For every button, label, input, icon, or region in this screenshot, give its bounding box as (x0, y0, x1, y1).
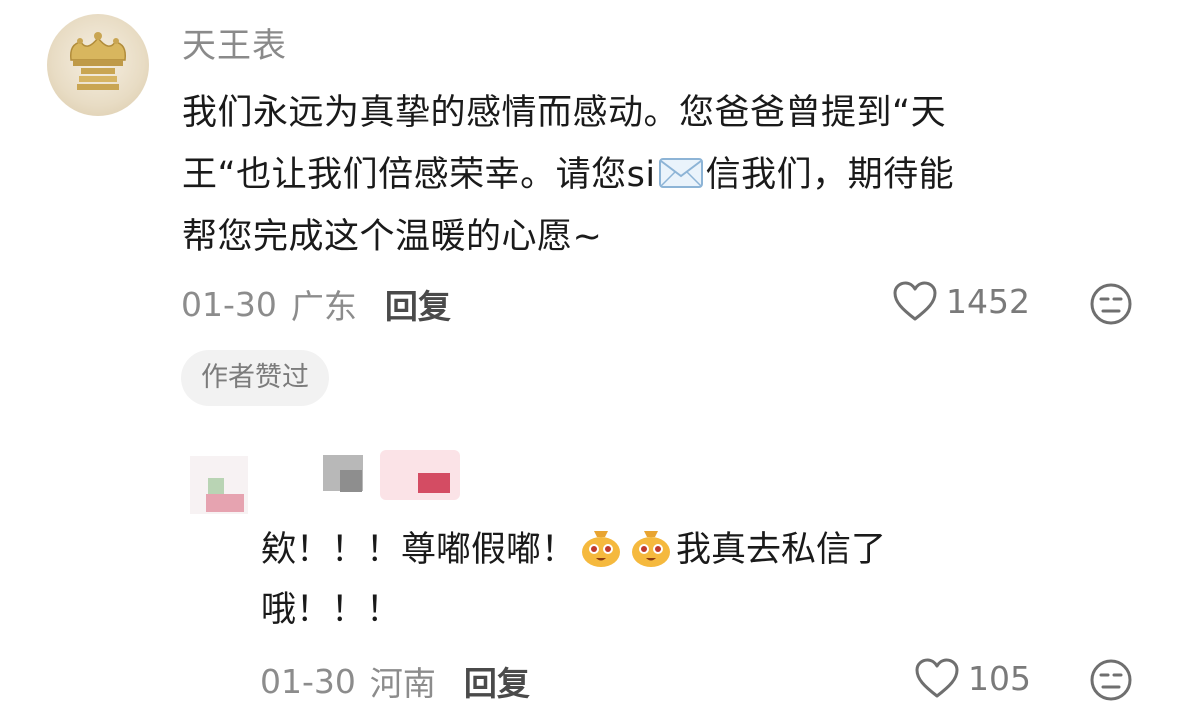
comment-text-segment: 王“也让我们倍感荣幸。请您si (182, 155, 656, 195)
comment-author-name[interactable]: 天王表 (182, 18, 287, 67)
reply-like-count: 105 (968, 658, 1031, 698)
heart-outline-icon[interactable] (914, 657, 960, 699)
money-bag-face-emoji (632, 531, 671, 567)
heart-outline-icon[interactable] (892, 280, 938, 322)
like-button[interactable]: 1452 (892, 280, 1030, 322)
reply-text-line: 哦！！！ (261, 590, 402, 630)
envelope-icon (658, 158, 703, 188)
comment-meta: 01-30 广东 回复 (181, 280, 451, 328)
neutral-face-icon[interactable] (1089, 658, 1133, 702)
comment-date: 01-30 (181, 284, 277, 324)
author-liked-badge: 作者赞过 (181, 350, 329, 406)
reply-like-button[interactable]: 105 (914, 657, 1031, 699)
comment-text-line: 帮您完成这个温暖的心愿~ (182, 217, 603, 257)
like-count: 1452 (946, 281, 1030, 321)
comment-location: 广东 (290, 287, 357, 326)
reply-meta: 01-30 河南 回复 (260, 657, 530, 705)
money-bag-face-emoji (582, 531, 621, 567)
reply-location: 河南 (369, 664, 436, 703)
reply-text-segment: 欸！！！尊嘟假嘟！ (261, 530, 577, 570)
reply-text-segment: 我真去私信了 (676, 530, 887, 570)
comment-text-line: 我们永远为真挚的感情而感动。您爸爸曾提到“天 (182, 93, 947, 133)
reply-reply-button[interactable]: 回复 (464, 657, 530, 705)
crown-logo-icon (69, 32, 127, 90)
comment-text-line: 王“也让我们倍感荣幸。请您si 信我们，期待能 (182, 144, 1162, 206)
comment-text-segment: 信我们，期待能 (705, 155, 955, 195)
reply-text-line: 欸！！！尊嘟假嘟！ 我真去私信了 (261, 520, 1061, 580)
neutral-face-icon[interactable] (1089, 282, 1133, 326)
comment-text: 我们永远为真挚的感情而感动。您爸爸曾提到“天 王“也让我们倍感荣幸。请您si 信… (182, 82, 1162, 268)
reply-date: 01-30 (260, 661, 356, 701)
reply-button[interactable]: 回复 (385, 280, 451, 328)
reply-text: 欸！！！尊嘟假嘟！ 我真去私信了 哦！！！ (261, 520, 1061, 640)
avatar[interactable] (47, 14, 149, 116)
